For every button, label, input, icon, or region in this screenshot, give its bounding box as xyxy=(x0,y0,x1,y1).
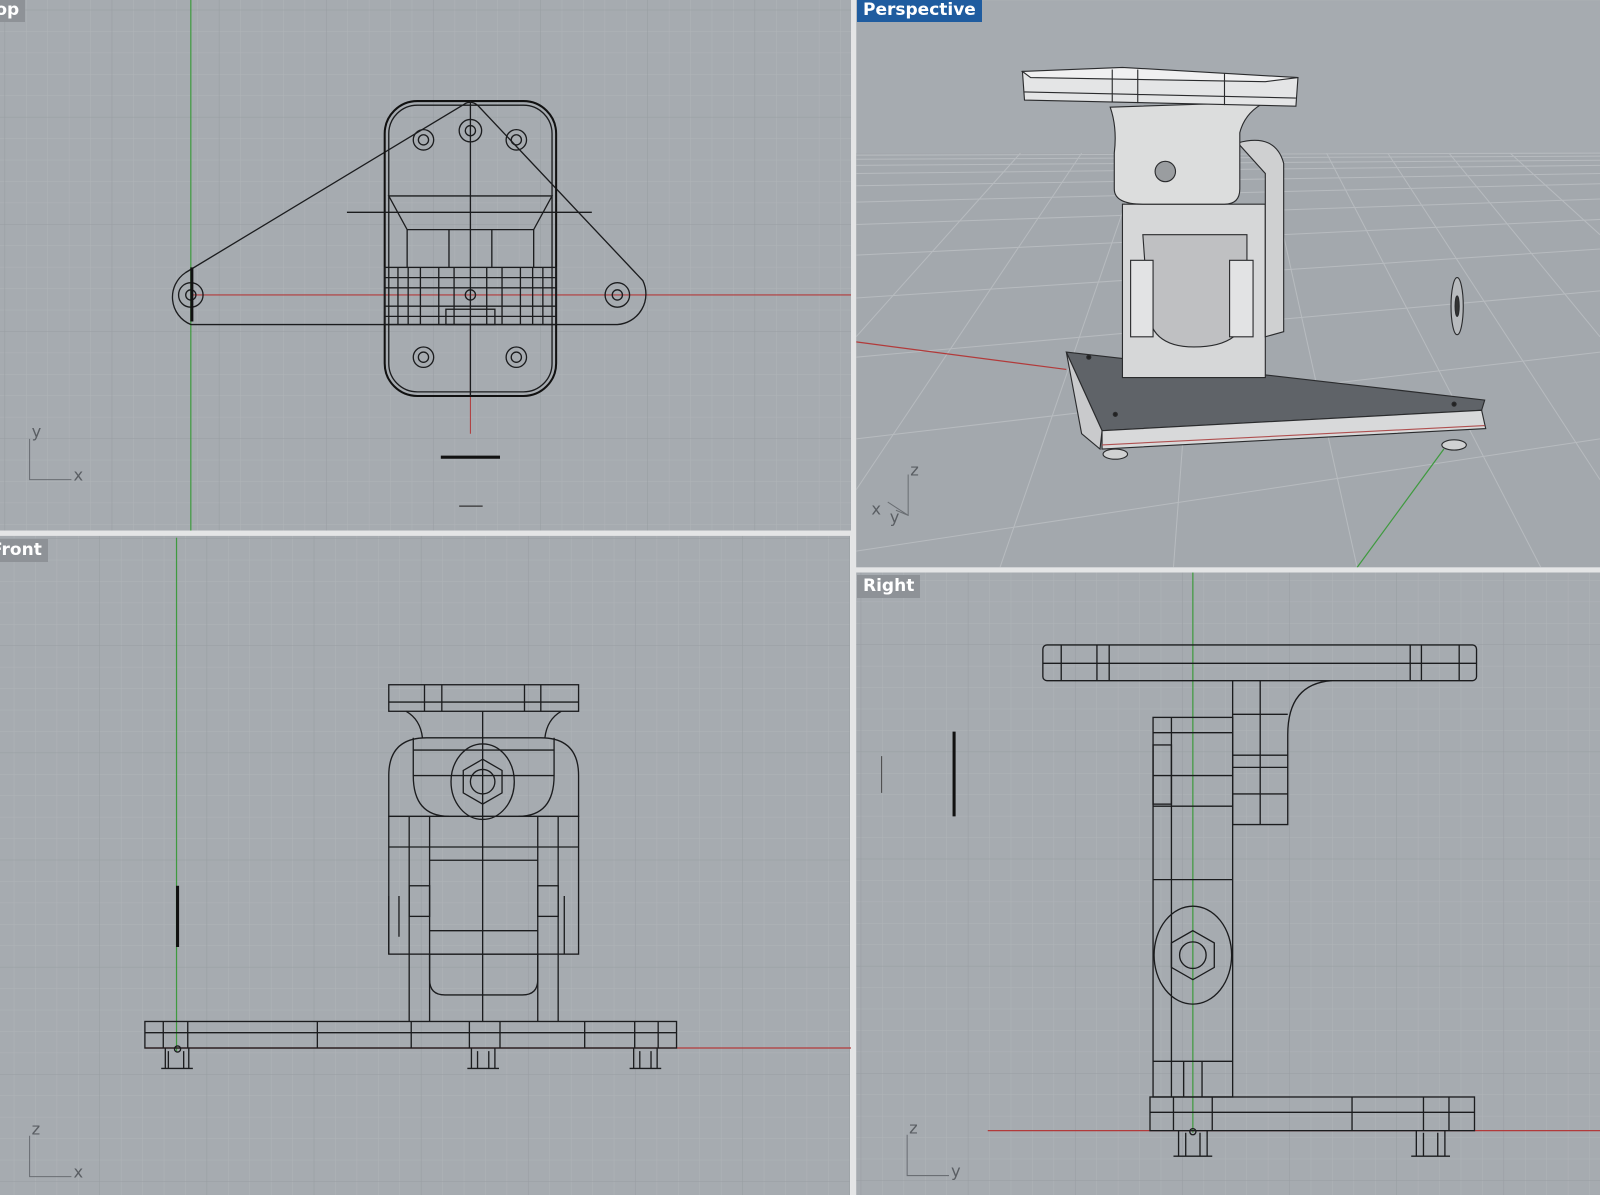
viewport-divider-left[interactable] xyxy=(0,530,852,536)
axis-label-depth: y xyxy=(890,508,900,527)
axis-label-left: x xyxy=(871,499,881,518)
viewport-top[interactable]: y x xyxy=(0,0,862,546)
axis-label-vertical: z xyxy=(909,1119,918,1138)
viewport-label-perspective[interactable]: Perspective xyxy=(857,0,982,22)
viewport-label-right[interactable]: Right xyxy=(857,575,921,598)
viewport-divider-right[interactable] xyxy=(856,567,1600,573)
viewport-divider-vertical[interactable] xyxy=(851,0,857,1195)
axis-label-horizontal: x xyxy=(73,1163,83,1182)
axis-label-horizontal: x xyxy=(73,466,83,485)
axis-label-horizontal: y xyxy=(951,1162,961,1181)
viewport-perspective[interactable]: z x y xyxy=(856,0,1600,568)
viewport-label-top[interactable]: Top xyxy=(0,0,26,22)
viewport-right[interactable]: z y xyxy=(851,568,1600,1195)
axis-label-vertical: z xyxy=(910,461,919,480)
axis-label-vertical: z xyxy=(32,1120,41,1139)
axis-label-vertical: y xyxy=(32,422,42,441)
viewport-front[interactable]: z x xyxy=(0,534,852,1195)
viewport-canvas[interactable]: y x z x z x y z y xyxy=(0,0,1600,1195)
viewport-label-front[interactable]: Front xyxy=(0,539,48,562)
